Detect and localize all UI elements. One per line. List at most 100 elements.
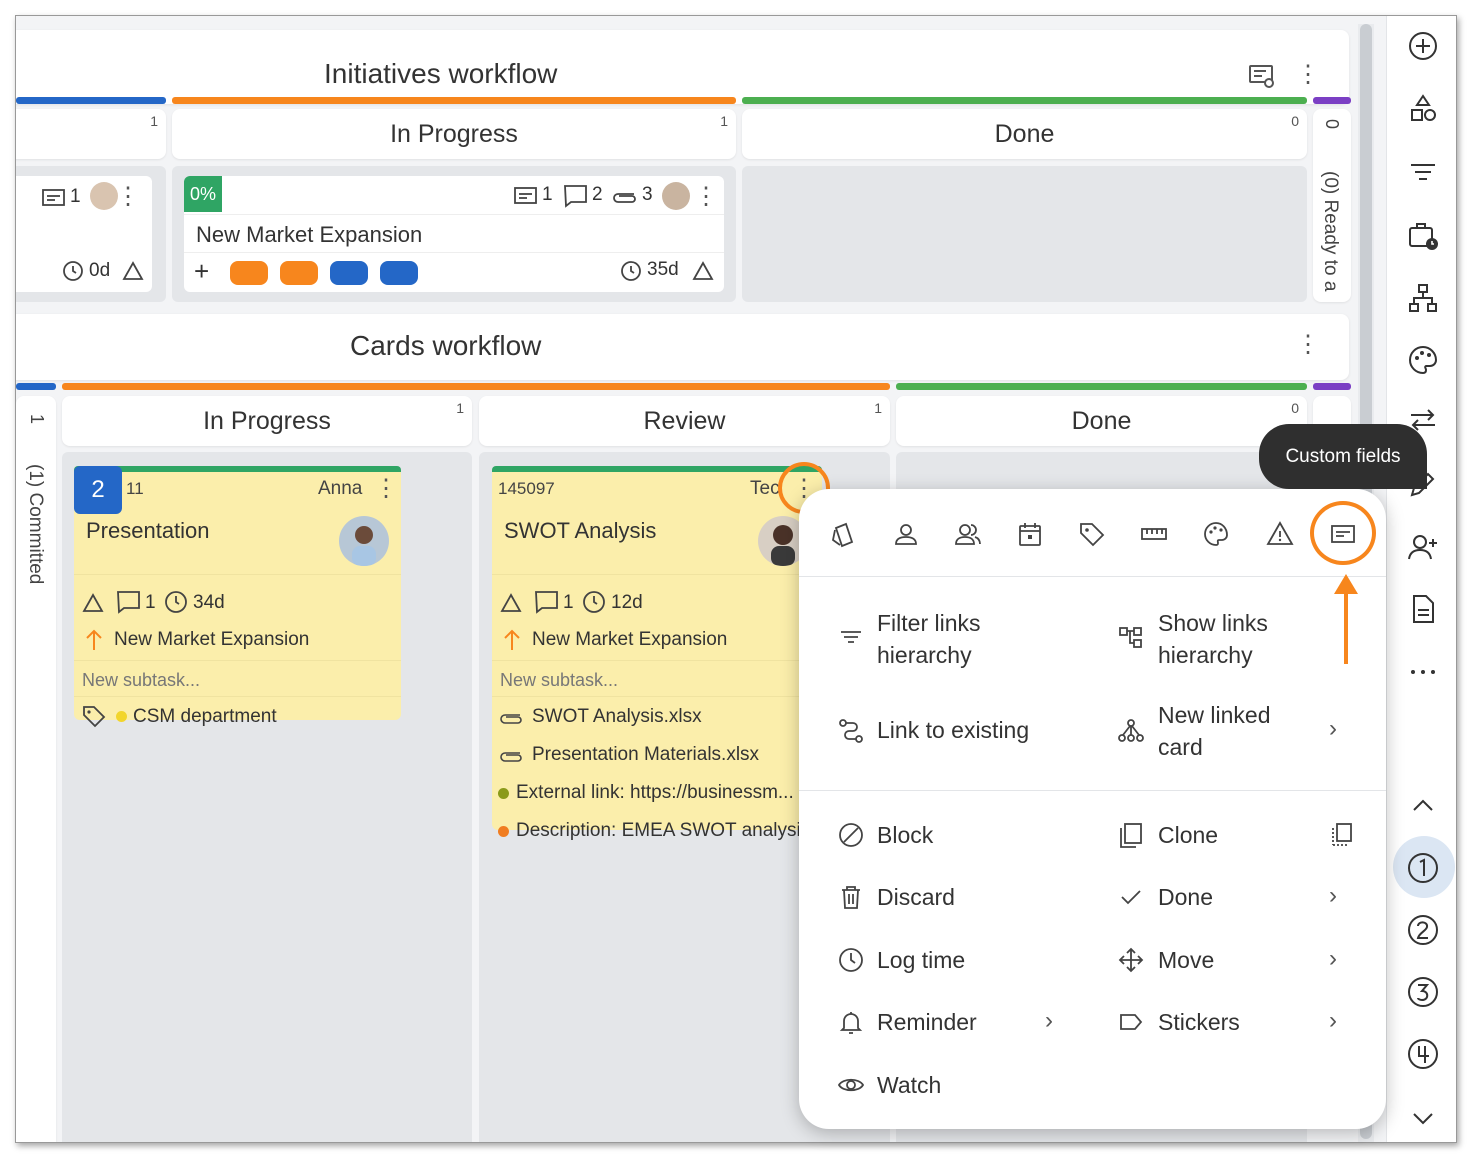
initiative-card-partial[interactable]: 1 ⋮ 0d bbox=[16, 176, 152, 292]
card-color-strip bbox=[492, 466, 822, 472]
calendar-icon[interactable] bbox=[1015, 519, 1045, 549]
column-header-left[interactable]: 1 bbox=[16, 109, 166, 159]
comment-icon bbox=[563, 184, 589, 208]
attachment-item[interactable]: Presentation Materials.xlsx bbox=[532, 744, 759, 766]
document-icon[interactable] bbox=[1407, 593, 1439, 625]
show-links-label-1: Show links bbox=[1158, 610, 1268, 636]
divider bbox=[184, 252, 724, 253]
column-header-in-progress[interactable]: In Progress 1 bbox=[62, 396, 472, 446]
menu-item-link-existing[interactable]: Link to existing bbox=[877, 717, 1029, 744]
warning-icon[interactable] bbox=[1265, 519, 1295, 549]
color-chip[interactable] bbox=[230, 261, 268, 285]
discard-icon bbox=[837, 883, 865, 911]
menu-item-discard[interactable]: Discard bbox=[877, 884, 955, 911]
users-icon[interactable] bbox=[953, 519, 983, 549]
palette-icon[interactable] bbox=[1407, 344, 1439, 376]
custom-fields-count: 1 bbox=[542, 184, 553, 205]
collapsed-column-committed[interactable]: 1 (1) Committed bbox=[16, 396, 56, 1142]
palette-icon[interactable] bbox=[1201, 519, 1231, 549]
attachment-item[interactable]: SWOT Analysis.xlsx bbox=[532, 706, 702, 728]
cards-workflow-menu-icon[interactable]: ⋮ bbox=[1296, 330, 1320, 360]
divider bbox=[74, 660, 401, 661]
card-title[interactable]: Presentation bbox=[86, 518, 210, 544]
level-1-icon[interactable] bbox=[1407, 852, 1439, 884]
color-chip[interactable] bbox=[380, 261, 418, 285]
column-count: 0 bbox=[1291, 400, 1299, 416]
initiative-card[interactable]: 0% 1 2 3 ⋮ New Market Expansion + 35d bbox=[184, 176, 724, 292]
hierarchy-icon[interactable] bbox=[1407, 282, 1439, 314]
level-3-icon[interactable] bbox=[1407, 976, 1439, 1008]
card-type-icon[interactable] bbox=[829, 519, 859, 549]
parent-link[interactable]: New Market Expansion bbox=[114, 629, 309, 651]
new-subtask-input[interactable]: New subtask... bbox=[82, 670, 200, 691]
custom-field-description[interactable]: Description: EMEA SWOT analysi bbox=[516, 820, 801, 842]
chevron-right-icon: › bbox=[1329, 882, 1337, 909]
level-2-icon[interactable] bbox=[1407, 914, 1439, 946]
collapsed-column-label: (0) Ready to a bbox=[1320, 171, 1341, 292]
menu-item-new-linked-card[interactable]: New linked card bbox=[1158, 699, 1271, 763]
menu-item-log-time[interactable]: Log time bbox=[877, 947, 965, 974]
add-user-icon[interactable] bbox=[1407, 531, 1439, 563]
filter-icon[interactable] bbox=[1407, 156, 1439, 188]
parent-link[interactable]: New Market Expansion bbox=[532, 629, 727, 651]
filter-links-label-2: hierarchy bbox=[877, 642, 972, 668]
menu-item-done[interactable]: Done bbox=[1158, 884, 1213, 911]
comment-count: 1 bbox=[563, 592, 574, 613]
attachment-icon bbox=[498, 710, 524, 726]
attachment-icon bbox=[610, 186, 638, 206]
card-context-menu: Filter links hierarchy Show links hierar… bbox=[799, 489, 1386, 1129]
tag-label: CSM department bbox=[133, 706, 277, 727]
menu-item-watch[interactable]: Watch bbox=[877, 1072, 941, 1099]
menu-item-clone[interactable]: Clone bbox=[1158, 822, 1218, 849]
card-title[interactable]: New Market Expansion bbox=[196, 222, 422, 248]
color-bar-orange bbox=[62, 383, 890, 390]
ruler-icon[interactable] bbox=[1139, 519, 1169, 549]
column-header-done[interactable]: Done 0 bbox=[742, 109, 1307, 159]
collapsed-column-ready[interactable]: 0 (0) Ready to a bbox=[1313, 109, 1351, 302]
priority-icon bbox=[692, 260, 714, 282]
divider bbox=[492, 696, 822, 697]
priority-icon bbox=[500, 592, 522, 614]
more-icon[interactable] bbox=[1407, 656, 1439, 688]
color-chip[interactable] bbox=[280, 261, 318, 285]
highlight-ring-custom-fields bbox=[1310, 501, 1376, 565]
menu-item-stickers[interactable]: Stickers bbox=[1158, 1009, 1240, 1036]
clock-icon bbox=[582, 590, 606, 614]
level-4-icon[interactable] bbox=[1407, 1038, 1439, 1070]
menu-item-filter-links[interactable]: Filter links hierarchy bbox=[877, 607, 981, 671]
shapes-icon[interactable] bbox=[1407, 93, 1439, 125]
tag-icon bbox=[82, 704, 106, 728]
card-menu-icon[interactable]: ⋮ bbox=[694, 182, 718, 212]
chevron-up-icon[interactable] bbox=[1407, 790, 1439, 822]
column-header-in-progress[interactable]: In Progress 1 bbox=[172, 109, 736, 159]
briefcase-clock-icon[interactable] bbox=[1407, 219, 1439, 251]
card-menu-icon[interactable]: ⋮ bbox=[374, 474, 398, 504]
menu-item-block[interactable]: Block bbox=[877, 822, 933, 849]
custom-field-external-link[interactable]: External link: https://businessm... bbox=[516, 782, 794, 804]
custom-fields-count: 1 bbox=[70, 186, 81, 207]
tag-icon[interactable] bbox=[1077, 519, 1107, 549]
menu-item-move[interactable]: Move bbox=[1158, 947, 1214, 974]
color-chip[interactable] bbox=[330, 261, 368, 285]
workflow-settings-icon[interactable] bbox=[1248, 63, 1276, 89]
new-subtask-input[interactable]: New subtask... bbox=[500, 670, 618, 691]
initiatives-menu-icon[interactable]: ⋮ bbox=[1296, 60, 1320, 90]
card-presentation[interactable]: 2 11 Anna ⋮ Presentation 1 34d New Marke… bbox=[74, 466, 401, 728]
column-title: Review bbox=[643, 406, 726, 435]
card-menu-icon[interactable]: ⋮ bbox=[116, 182, 140, 212]
column-header-review[interactable]: Review 1 bbox=[479, 396, 890, 446]
chevron-down-icon[interactable] bbox=[1407, 1102, 1439, 1134]
add-icon[interactable] bbox=[1407, 30, 1439, 62]
card-owner: Tec bbox=[750, 478, 780, 499]
add-button[interactable]: + bbox=[194, 256, 209, 287]
menu-item-reminder[interactable]: Reminder bbox=[877, 1009, 977, 1036]
clone-multiple-icon[interactable] bbox=[1327, 821, 1355, 849]
menu-item-show-links[interactable]: Show links hierarchy bbox=[1158, 607, 1268, 671]
card-title[interactable]: SWOT Analysis bbox=[504, 518, 656, 544]
divider bbox=[184, 214, 724, 215]
card-swot-analysis[interactable]: 145097 Tec ⋮ SWOT Analysis 1 12d New Mar… bbox=[492, 466, 822, 841]
comment-icon bbox=[116, 590, 142, 614]
divider bbox=[74, 574, 401, 575]
user-icon[interactable] bbox=[891, 519, 921, 549]
column-header-done[interactable]: Done 0 bbox=[896, 396, 1307, 446]
